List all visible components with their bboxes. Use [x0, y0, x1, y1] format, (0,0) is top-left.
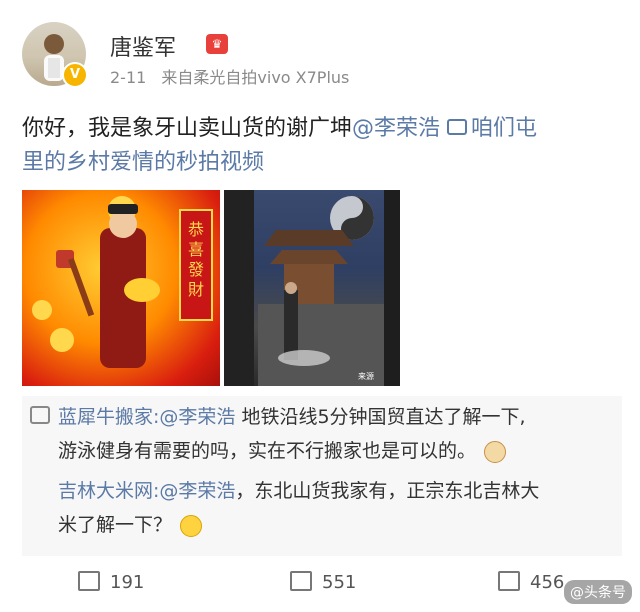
comment-2-author[interactable]: 吉林大米网 [58, 480, 153, 502]
verified-badge-icon: V [62, 62, 88, 88]
video-link[interactable]: 咱们屯 [447, 116, 537, 141]
video-icon [447, 119, 468, 135]
post-source[interactable]: 来自柔光自拍vivo X7Plus [161, 68, 349, 87]
comment-bubble-icon [30, 406, 50, 424]
comment-2-mention[interactable]: :@李荣浩 [153, 480, 235, 502]
post-image-2[interactable]: 来源 [224, 190, 400, 386]
video-link-line2[interactable]: 里的乡村爱情的秒拍视频 [22, 150, 264, 175]
cat-emoji-icon [484, 440, 507, 463]
comment-count: 551 [322, 572, 357, 593]
comments-section: 蓝犀牛搬家:@李荣浩 地铁沿线5分钟国贸直达了解一下, 游泳健身有需要的吗，实在… [22, 396, 622, 556]
comment-2-text-b: 米了解一下？ [58, 514, 173, 536]
comment-1-text-a: 地铁沿线5分钟国贸直达了解一下, [235, 406, 526, 428]
thumbs-up-icon [498, 571, 520, 591]
repost-button[interactable]: 191 [78, 571, 145, 593]
post-header: V 唐鉴军 ♛ 2-11 来自柔光自拍vivo X7Plus [22, 22, 622, 92]
post-text-line1: 你好，我是象牙山卖山货的谢广坤 [22, 116, 353, 141]
comment-1-text-b: 游泳健身有需要的吗，实在不行搬家也是可以的。 [58, 440, 477, 462]
comment-2-text-a: ，东北山货我家有，正宗东北吉林大 [235, 480, 540, 502]
post-date: 2-11 [110, 68, 147, 87]
repost-icon [78, 571, 100, 591]
post-mention[interactable]: @李荣浩 [352, 116, 440, 141]
comment-1-line2: 游泳健身有需要的吗，实在不行搬家也是可以的。 [58, 436, 507, 463]
post-text: 你好，我是象牙山卖山货的谢广坤@李荣浩 咱们屯 里的乡村爱情的秒拍视频 [22, 112, 622, 180]
post-meta: 2-11 来自柔光自拍vivo X7Plus [110, 64, 349, 88]
comment-1-author[interactable]: 蓝犀牛搬家 [58, 406, 153, 428]
image-source-label: 来源 [358, 372, 374, 381]
temple-scene-illustration [224, 190, 400, 386]
smile-emoji-icon [180, 514, 203, 537]
comment-1-mention[interactable]: :@李荣浩 [153, 406, 235, 428]
post-image-1[interactable]: 恭喜發財 [22, 190, 220, 386]
banner-text: 恭喜發財 [187, 220, 204, 299]
video-link-text[interactable]: 咱们屯 [471, 116, 537, 141]
comment-1-line1: 蓝犀牛搬家:@李荣浩 地铁沿线5分钟国贸直达了解一下, [58, 402, 526, 429]
comment-button[interactable]: 551 [290, 571, 357, 593]
comment-2-line1: 吉林大米网:@李荣浩，东北山货我家有，正宗东北吉林大 [58, 476, 539, 503]
action-bar: 191 551 456 @头条号 [0, 566, 640, 606]
like-button[interactable]: 456 [498, 571, 565, 593]
username[interactable]: 唐鉴军 [110, 30, 176, 62]
comment-2-line2: 米了解一下？ [58, 510, 203, 537]
avatar-wrapper[interactable]: V [22, 22, 88, 88]
vip-icon: ♛ [206, 34, 228, 54]
repost-count: 191 [110, 572, 145, 593]
comment-icon [290, 571, 312, 591]
like-count: 456 [530, 572, 565, 593]
watermark: @头条号 [564, 580, 632, 604]
